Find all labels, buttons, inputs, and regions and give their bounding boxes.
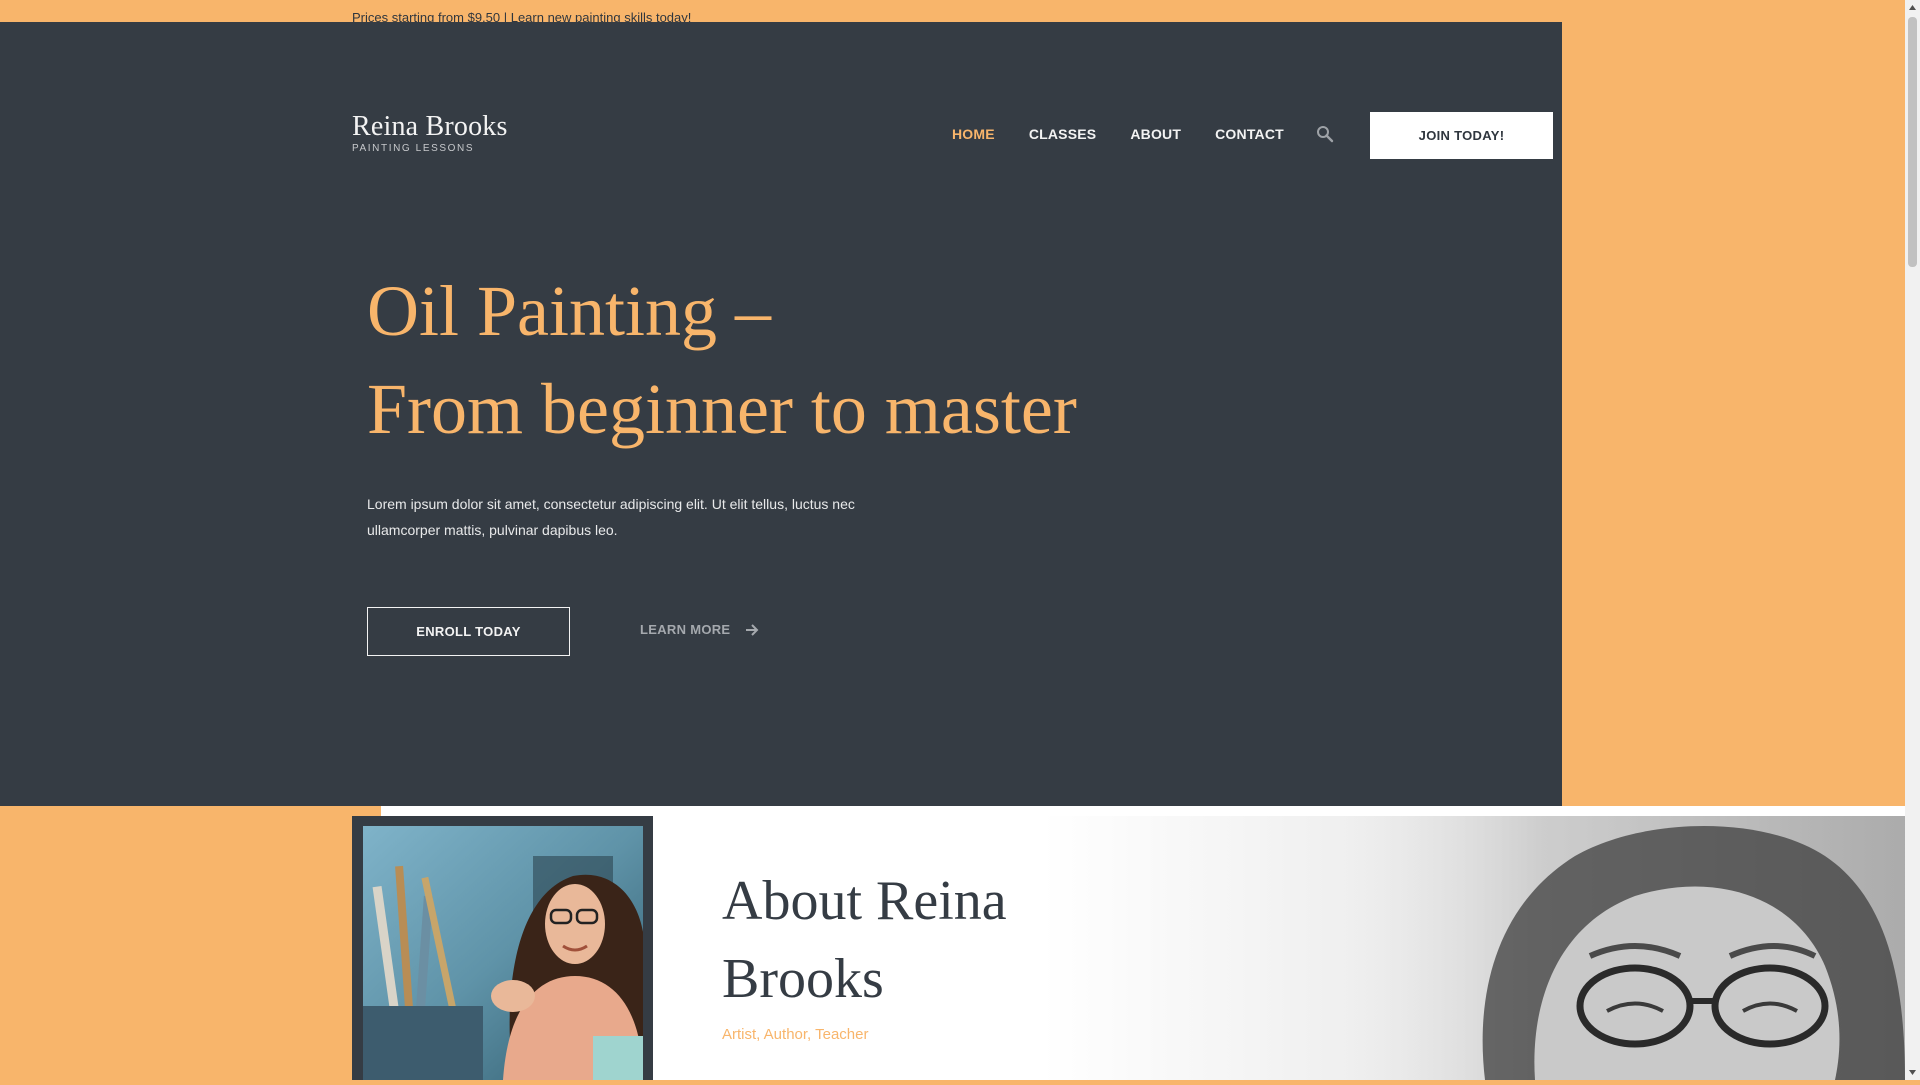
hero-title-line-2: From beginner to master: [367, 369, 1077, 449]
about-title: About Reina Brooks: [722, 870, 1007, 1010]
hero-title: Oil Painting – From beginner to master: [367, 262, 1167, 458]
hero-title-line-1: Oil Painting –: [367, 271, 772, 351]
search-icon[interactable]: [1316, 125, 1334, 143]
logo-tagline: PAINTING LESSONS: [352, 143, 475, 154]
nav-classes[interactable]: CLASSES: [1029, 126, 1097, 142]
learn-more-link[interactable]: LEARN MORE: [640, 622, 759, 637]
enroll-today-button[interactable]: ENROLL TODAY: [367, 607, 570, 656]
nav-about[interactable]: ABOUT: [1130, 126, 1181, 142]
scrollbar-thumb[interactable]: [1908, 17, 1917, 267]
arrow-right-icon: [746, 623, 759, 636]
site-logo[interactable]: Reina Brooks PAINTING LESSONS: [352, 111, 508, 155]
announcement-bar: Prices starting from $9,50 | Learn new p…: [0, 0, 1905, 25]
scroll-down-icon[interactable]: [1905, 1065, 1920, 1080]
hero-description: Lorem ipsum dolor sit amet, consectetur …: [367, 496, 855, 538]
join-today-button[interactable]: JOIN TODAY!: [1370, 112, 1553, 159]
nav-contact[interactable]: CONTACT: [1215, 126, 1284, 142]
nav-home[interactable]: HOME: [952, 126, 995, 142]
about-subtitle: Artist, Author, Teacher: [722, 1026, 869, 1043]
main-nav: HOME CLASSES ABOUT CONTACT: [952, 126, 1318, 142]
artist-photo: [363, 826, 643, 1080]
learn-more-label: LEARN MORE: [640, 622, 731, 637]
scroll-up-icon[interactable]: [1905, 0, 1920, 15]
logo-name: Reina Brooks: [352, 111, 508, 142]
portrait-background-image: [1345, 816, 1905, 1080]
